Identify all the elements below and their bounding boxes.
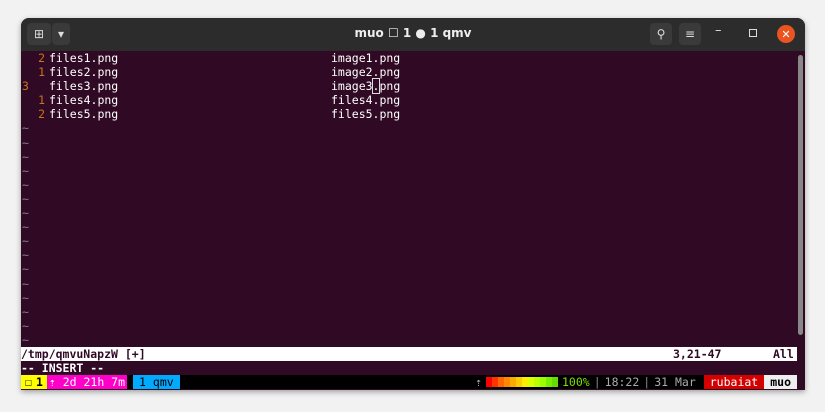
separator: | [593,375,601,390]
minimize-button[interactable]: – [715,23,722,38]
buffer-line: 2 files5.png files5.png [21,107,797,121]
old-name: files1.png [49,51,119,65]
buffer-line: 2 files1.png image1.png [21,51,797,65]
buffer-line: 1 files2.png image2.png [21,65,797,79]
empty-line-tilde: ~ [22,220,29,235]
line-number: 1 [38,93,45,108]
old-name: files3.png [49,79,119,94]
line-number: 2 [38,51,45,65]
new-name: image3.png [331,78,401,95]
window-icon: ☐ [25,375,32,390]
empty-line-tilde: ~ [22,276,29,291]
battery-percent: 100% [562,375,590,390]
user-name: rubaiat [703,375,765,390]
terminal-window: ⊞ ▾ muo ☐ 1 ● 1 qmv ⚲ ≡ – ✕ 2 files1.png i… [21,18,805,390]
old-name: files4.png [49,93,119,108]
tmux-session[interactable]: ☐ 1 [21,375,47,390]
menu-button[interactable]: ≡ [679,23,701,45]
title-bar: ⊞ ▾ muo ☐ 1 ● 1 qmv ⚲ ≡ – ✕ [21,18,805,51]
empty-line-tilde: ~ [22,177,29,192]
tmux-uptime: ⇡ 2d 21h 7m [46,375,128,390]
scrollbar[interactable] [798,55,803,335]
close-button[interactable]: ✕ [777,25,795,43]
empty-line-tilde: ~ [22,234,29,249]
empty-line-tilde: ~ [22,191,29,206]
search-icon: ⚲ [656,27,666,41]
empty-line-tilde: ~ [22,206,29,221]
empty-line-tilde: ~ [22,163,29,178]
empty-line-tilde: ~ [22,262,29,277]
date: 31 Mar [654,375,696,390]
file-name: /tmp/qmvuNapzW [+] [21,346,146,361]
arrow-icon: ⇡ [475,375,482,390]
old-name: files2.png [49,65,119,80]
empty-line-tilde: ~ [22,304,29,319]
new-name: image2.png [331,65,401,80]
search-button[interactable]: ⚲ [650,23,672,45]
close-icon: ✕ [781,27,791,41]
separator: | [643,375,651,390]
empty-line-tilde: ~ [22,248,29,263]
old-name: files5.png [49,107,119,122]
line-number: 2 [38,107,45,122]
empty-line-tilde: ~ [22,332,29,347]
mode-indicator: -- INSERT -- [21,361,105,376]
buffer-line: 3 files3.png image3.png [21,78,797,95]
host-name: muo [764,375,797,390]
battery-segment [552,377,558,388]
maximize-button[interactable] [749,29,757,37]
tmux-statusbar: ☐ 1 ⇡ 2d 21h 7m 1 qmv ⇡ 100% | 18:22 | 31… [21,375,797,390]
cursor-position: 3,21-47 [673,346,722,361]
new-name: files4.png [331,93,401,108]
empty-line-tilde: ~ [22,318,29,333]
empty-line-tilde: ~ [22,290,29,305]
line-number: 1 [38,65,45,80]
empty-line-tilde: ~ [22,149,29,164]
vim-statusline: /tmp/qmvuNapzW [+] 3,21-47 All [21,346,797,362]
scroll-position: All [773,346,794,361]
clock: 18:22 [604,375,640,390]
empty-line-tilde: ~ [22,121,29,136]
line-number: 3 [22,79,29,94]
new-name: files5.png [331,107,401,122]
hamburger-icon: ≡ [684,27,696,41]
buffer-line: 1 files4.png files4.png [21,93,797,107]
terminal-content[interactable]: 2 files1.png image1.png 1 files2.png image2.p… [21,51,797,390]
tmux-window-tab[interactable]: 1 qmv [133,375,180,390]
empty-line-tilde: ~ [22,135,29,150]
battery-bar [484,377,560,388]
new-name: image1.png [331,51,401,65]
